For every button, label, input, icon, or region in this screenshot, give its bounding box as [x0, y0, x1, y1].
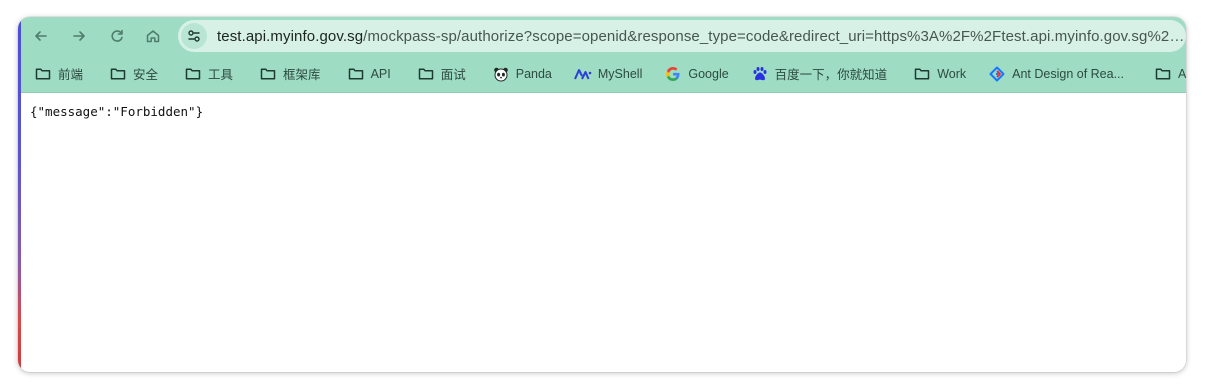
folder-icon — [913, 66, 931, 82]
response-body-text: {"message":"Forbidden"} — [30, 104, 204, 119]
bookmark-folder-tools[interactable]: 工具 — [177, 61, 240, 87]
bookmark-label: 面试 — [440, 68, 466, 82]
bookmark-label: 框架库 — [283, 68, 321, 82]
folder-icon — [184, 66, 202, 82]
arrow-right-icon — [73, 31, 85, 41]
bookmark-folder-antfe[interactable]: AntFE — [1147, 61, 1186, 87]
bookmark-label: Ant Design of Rea... — [1012, 66, 1124, 81]
tune-icon — [188, 30, 200, 42]
arrow-left-icon — [35, 31, 47, 41]
url-host: test.api.myinfo.gov.sg — [217, 27, 364, 45]
bookmark-label: AntFE — [1178, 66, 1186, 81]
bookmark-google[interactable]: Google — [657, 61, 735, 87]
folder-icon — [109, 66, 127, 82]
bookmark-label: API — [370, 66, 391, 81]
folder-icon — [34, 66, 52, 82]
myshell-icon — [573, 66, 592, 82]
forward-button[interactable] — [64, 21, 94, 51]
bookmark-label: Panda — [515, 66, 552, 81]
bookmark-label: 前端 — [58, 68, 84, 82]
reload-icon — [111, 29, 123, 42]
bookmark-folder-frontend[interactable]: 前端 — [27, 61, 90, 87]
address-bar[interactable]: test.api.myinfo.gov.sg/mockpass-sp/autho… — [178, 20, 1186, 52]
bookmark-label: MyShell — [597, 66, 643, 81]
home-icon — [146, 30, 160, 43]
bookmark-label: 百度一下，你就知道 — [774, 68, 888, 82]
bookmark-folder-api[interactable]: API — [340, 61, 398, 87]
home-button[interactable] — [138, 21, 168, 51]
panda-icon — [492, 66, 510, 82]
browser-toolbar: test.api.myinfo.gov.sg/mockpass-sp/autho… — [18, 17, 1186, 55]
bookmark-baidu[interactable]: 百度一下，你就知道 — [744, 61, 895, 87]
browser-window: test.api.myinfo.gov.sg/mockpass-sp/autho… — [18, 17, 1186, 372]
bookmarks-bar: 前端 安全 工具 框架库 API 面试 Panda MyShell Google… — [18, 55, 1186, 93]
bookmark-folder-interview[interactable]: 面试 — [410, 61, 473, 87]
bookmark-label: 工具 — [208, 68, 234, 82]
page-content: {"message":"Forbidden"} — [18, 93, 1186, 372]
bookmark-label: 安全 — [133, 68, 159, 82]
folder-icon — [417, 66, 435, 82]
folder-icon — [347, 66, 365, 82]
bookmark-folder-frameworks[interactable]: 框架库 — [252, 61, 328, 87]
bookmark-folder-security[interactable]: 安全 — [102, 61, 165, 87]
folder-icon — [1154, 66, 1172, 82]
bookmark-label: Work — [937, 66, 967, 81]
bookmark-myshell[interactable]: MyShell — [567, 61, 649, 87]
url-path: /mockpass-sp/authorize?scope=openid&resp… — [363, 27, 1186, 45]
url-text[interactable]: test.api.myinfo.gov.sg/mockpass-sp/autho… — [217, 28, 1186, 45]
site-info-button[interactable] — [181, 23, 207, 49]
bookmark-ant-design[interactable]: Ant Design of Rea... — [981, 61, 1131, 87]
folder-icon — [259, 66, 277, 82]
bookmark-panda[interactable]: Panda — [485, 61, 559, 87]
antdesign-icon — [988, 66, 1006, 82]
google-icon — [664, 66, 682, 82]
bookmark-label: Google — [688, 66, 729, 81]
window-edge-strip — [18, 17, 21, 372]
reload-button[interactable] — [102, 21, 132, 51]
baidu-icon — [751, 66, 769, 82]
bookmark-folder-work[interactable]: Work — [906, 61, 973, 87]
back-button[interactable] — [26, 21, 56, 51]
